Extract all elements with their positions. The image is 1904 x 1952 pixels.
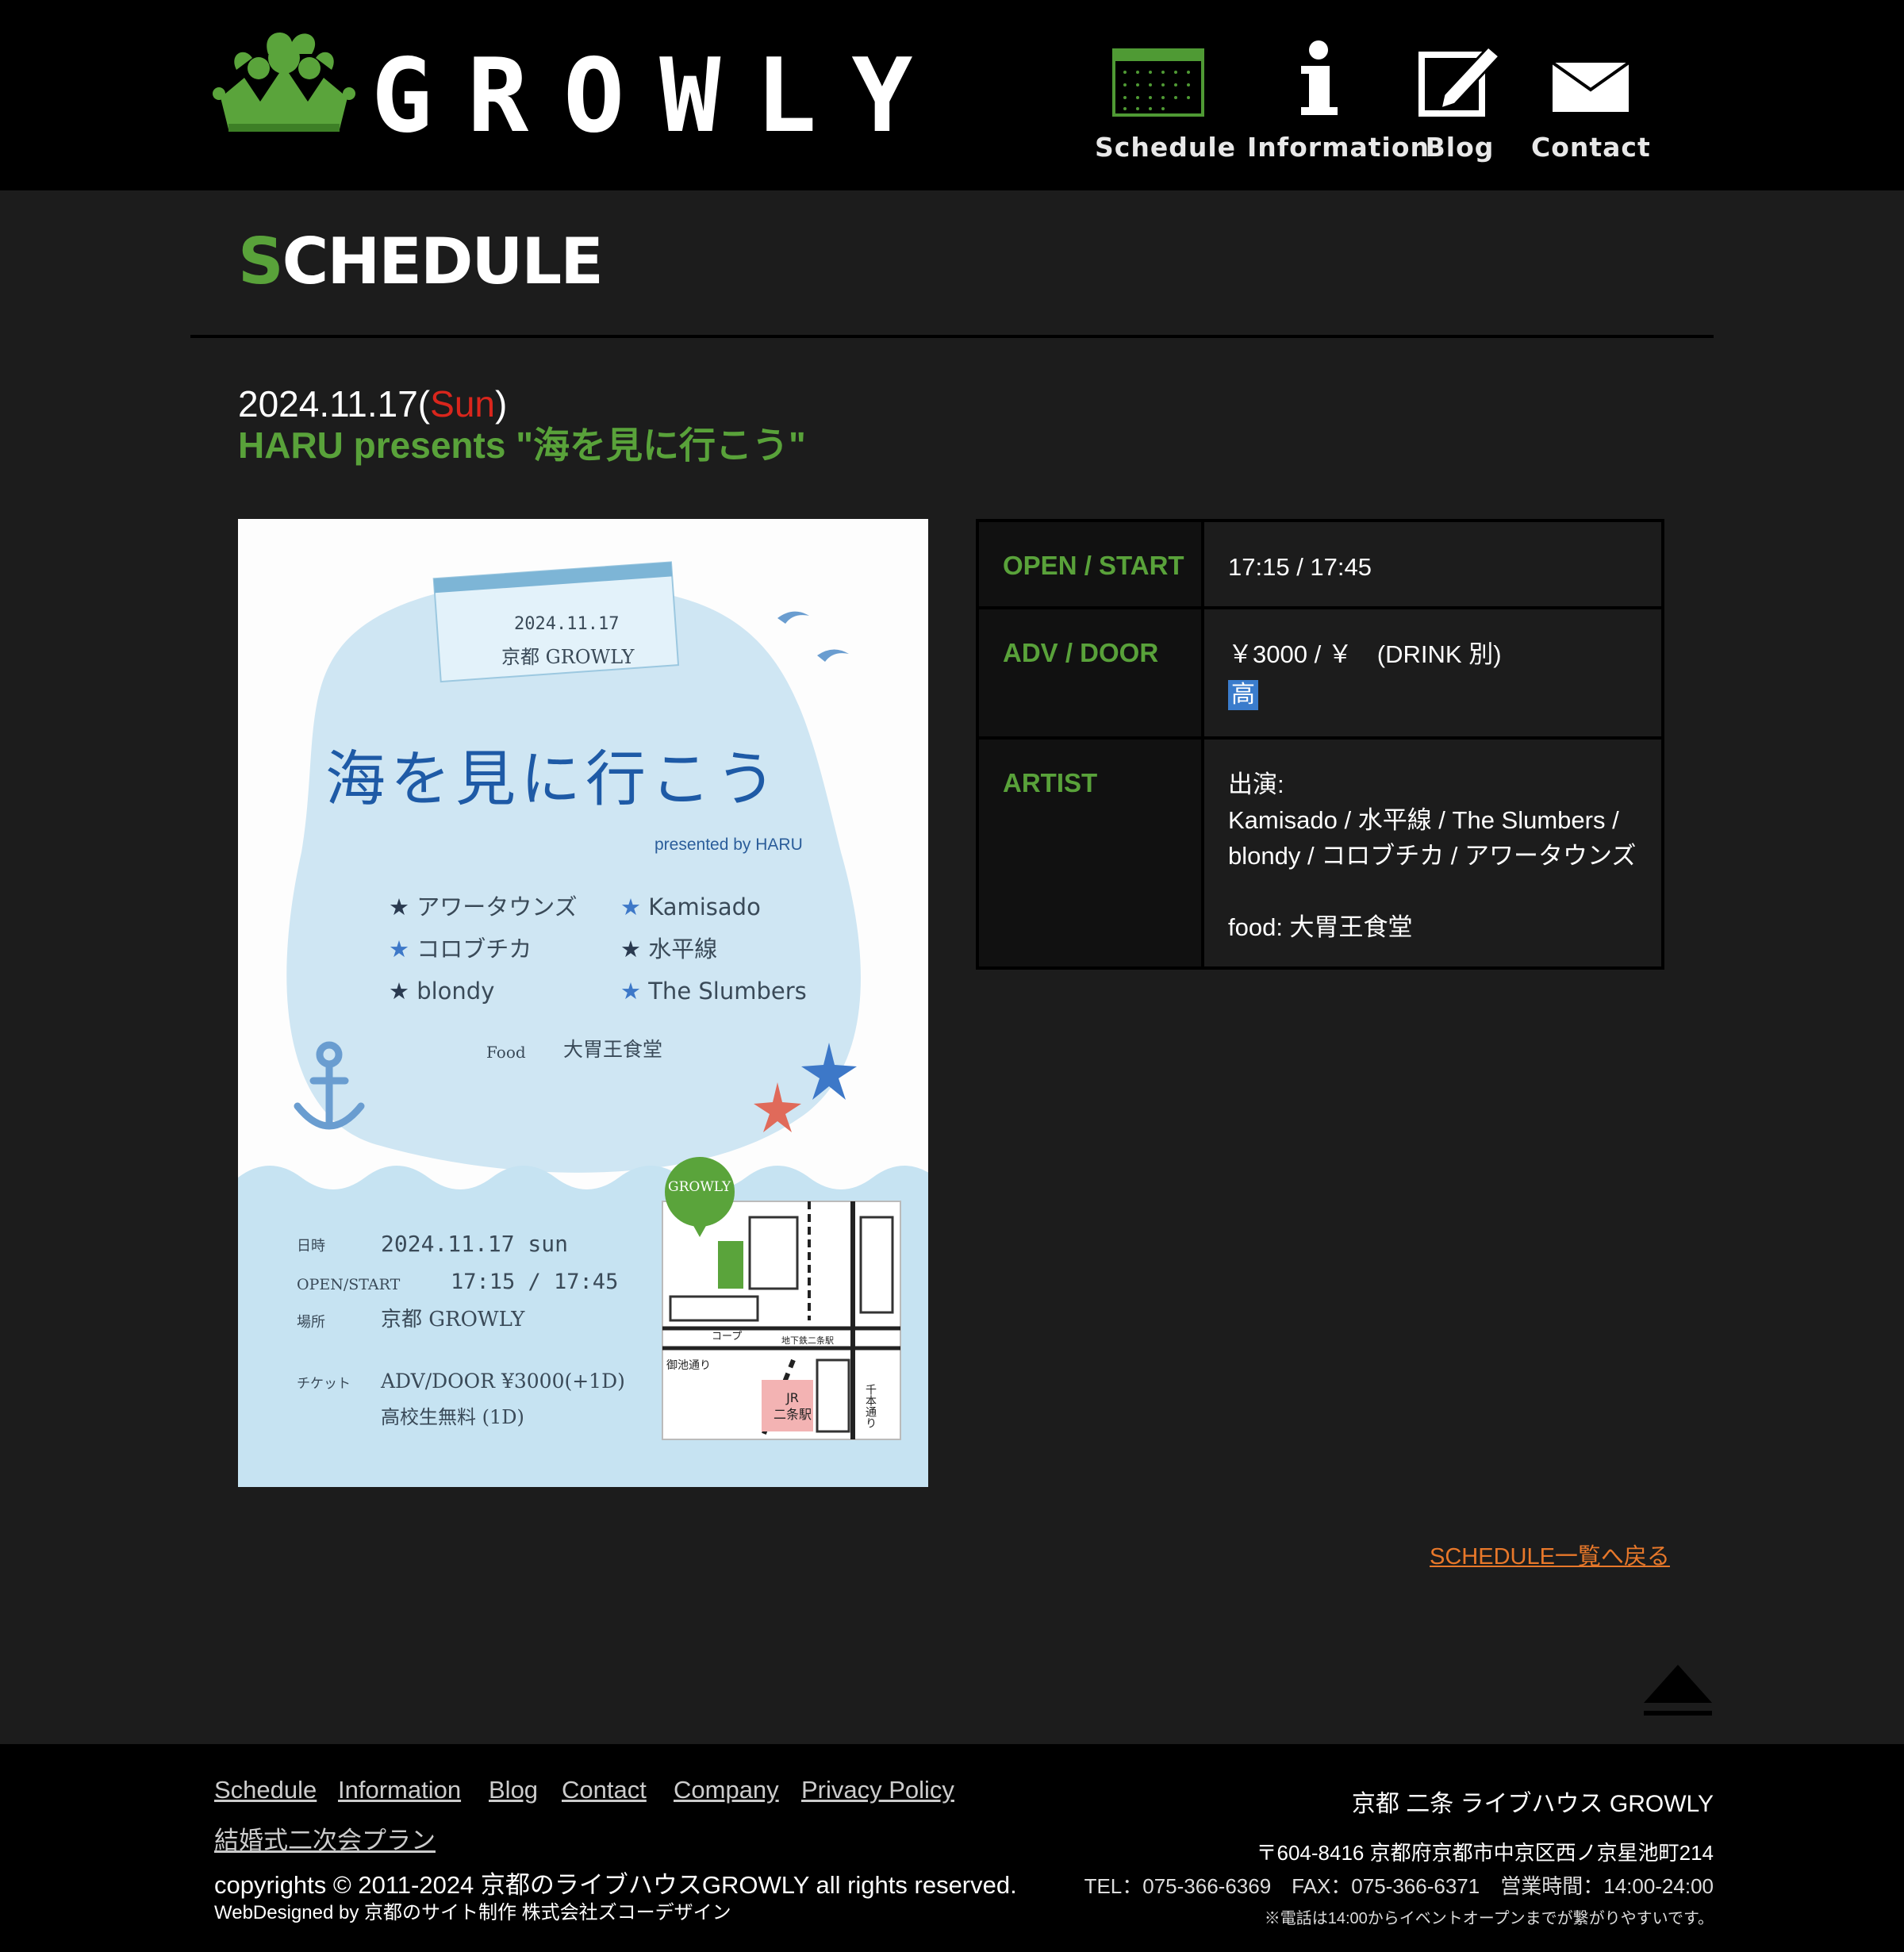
- artist-line: blondy / コロブチカ / アワータウンズ: [1228, 842, 1637, 870]
- flyer-food-label: Food: [486, 1043, 526, 1062]
- flyer-artist: ★ The Slumbers: [620, 980, 807, 1003]
- footer-link-schedule[interactable]: Schedule: [214, 1776, 317, 1804]
- info-icon: [1301, 40, 1338, 115]
- flyer-title: 海を見に行こう: [325, 744, 781, 814]
- star-icon: ★: [389, 936, 417, 963]
- star-icon: ★: [620, 978, 649, 1005]
- open-start-value: 17:15 / 17:45: [1228, 553, 1372, 581]
- star-icon: ★: [620, 936, 649, 963]
- scroll-to-top-icon[interactable]: [1641, 1662, 1715, 1719]
- event-title: HARU presents "海を見に行こう": [238, 425, 806, 466]
- adv-door-cell: ￥3000 / ￥ (DRINK 別) 高: [1204, 609, 1661, 736]
- event-info-table: OPEN / START 17:15 / 17:45 ADV / DOOR ￥3…: [976, 519, 1664, 970]
- flyer-artist-name: アワータウンズ: [416, 893, 578, 920]
- flyer-detail-value: ADV/DOOR ¥3000(+1D): [381, 1370, 625, 1393]
- site-logo[interactable]: GROWLY: [213, 22, 927, 148]
- flyer-detail-label: チケット: [297, 1376, 351, 1392]
- pencil-note-icon: [1418, 44, 1502, 117]
- flyer-map-subway: 地下鉄二条駅: [781, 1335, 834, 1346]
- star-icon: ★: [389, 978, 417, 1005]
- flyer-artist-name: 水平線: [648, 936, 718, 963]
- table-row: OPEN / START 17:15 / 17:45: [979, 522, 1661, 606]
- flyer-detail-label: 日時: [297, 1238, 325, 1255]
- flyer-artist: ★ アワータウンズ: [389, 896, 578, 919]
- artist-label: ARTIST: [979, 740, 1204, 966]
- envelope-icon: [1551, 61, 1630, 112]
- event-day-of-week: Sun: [430, 383, 495, 425]
- venue-address: 〒604-8416 京都府京都市中京区西ノ京星池町214: [1256, 1841, 1714, 1865]
- flyer-artist: ★ Kamisado: [620, 896, 761, 919]
- footer-link-blog[interactable]: Blog: [489, 1776, 538, 1804]
- flyer-map-street: 千本通り: [864, 1384, 877, 1428]
- adv-door-value: ￥3000 / ￥ (DRINK 別): [1228, 640, 1502, 668]
- footer-link-company[interactable]: Company: [674, 1776, 779, 1804]
- flyer-tag-date: 2024.11.17: [514, 614, 620, 634]
- nav-contact[interactable]: Contact: [1531, 35, 1650, 170]
- crown-icon: [213, 33, 355, 132]
- artist-line: 出演:: [1228, 770, 1284, 798]
- flyer-map-street: 御池通り: [666, 1359, 711, 1372]
- table-row: ADV / DOOR ￥3000 / ￥ (DRINK 別) 高: [979, 606, 1661, 736]
- flyer-detail-value: 17:15 / 17:45: [451, 1270, 619, 1294]
- copyright: copyrights © 2011-2024 京都のライブハウスGROWLY a…: [214, 1871, 1017, 1899]
- event-date: 2024.11.17(Sun): [238, 384, 507, 425]
- open-start-label: OPEN / START: [979, 522, 1204, 606]
- page-title-rest: CHEDULE: [282, 225, 604, 298]
- flyer-detail-label: OPEN/START: [297, 1276, 401, 1293]
- footer-link-information[interactable]: Information: [338, 1776, 461, 1804]
- flyer-detail-value: 高校生無料 (1D): [381, 1406, 524, 1428]
- footer-link-contact[interactable]: Contact: [562, 1776, 647, 1804]
- artist-cell: 出演: Kamisado / 水平線 / The Slumbers / blon…: [1204, 740, 1661, 966]
- footer-link-privacy[interactable]: Privacy Policy: [801, 1776, 954, 1804]
- nav-contact-label: Contact: [1531, 132, 1651, 163]
- flyer-detail-value: 2024.11.17 sun: [381, 1231, 569, 1257]
- flyer-artist: ★ コロブチカ: [389, 938, 532, 961]
- star-icon: ★: [389, 893, 417, 920]
- high-school-badge: 高: [1228, 680, 1258, 710]
- flyer-presented: presented by HARU: [654, 836, 803, 854]
- site-header: GROWLY Schedule Information Blog Contact: [0, 0, 1904, 190]
- adv-door-label: ADV / DOOR: [979, 609, 1204, 736]
- flyer-map-coop: コープ: [712, 1331, 743, 1343]
- nav-blog[interactable]: Blog: [1412, 35, 1507, 170]
- flyer-tag-venue: 京都 GROWLY: [501, 646, 635, 668]
- page-title: SCHEDULE: [238, 230, 604, 294]
- venue-name: 京都 二条 ライブハウス GROWLY: [1351, 1791, 1714, 1817]
- back-to-schedule-link[interactable]: SCHEDULE一覧へ戻る: [1430, 1538, 1670, 1571]
- flyer-artist-name: Kamisado: [648, 893, 761, 920]
- flyer-detail-value: 京都 GROWLY: [381, 1308, 525, 1331]
- flyer-detail-label: 場所: [297, 1314, 325, 1331]
- phone-note: ※電話は14:00からイベントオープンまでが繋がりやすいです。: [1264, 1910, 1714, 1927]
- artist-food: food: 大胃王食堂: [1228, 913, 1413, 941]
- venue-contact: TEL：075-366-6369 FAX：075-366-6371 営業時間：1…: [1084, 1874, 1714, 1898]
- nav-information[interactable]: Information: [1247, 35, 1430, 170]
- divider: [190, 335, 1714, 338]
- artist-line: Kamisado / 水平線 / The Slumbers /: [1228, 806, 1619, 834]
- logo-wordmark: GROWLY: [371, 37, 948, 156]
- flyer-food-name: 大胃王食堂: [563, 1038, 663, 1061]
- web-designed-credit: WebDesigned by 京都のサイト制作 株式会社ズコーデザイン: [214, 1902, 731, 1923]
- nav-blog-label: Blog: [1425, 132, 1495, 163]
- flyer-map-station: JR 二条駅: [774, 1390, 812, 1422]
- page-title-initial: S: [238, 225, 284, 298]
- footer-link-wedding[interactable]: 結婚式二次会プラン: [214, 1820, 436, 1856]
- seagull-icon: [777, 611, 849, 662]
- table-row: ARTIST 出演: Kamisado / 水平線 / The Slumbers…: [979, 736, 1661, 966]
- flyer-map-badge: GROWLY: [668, 1179, 731, 1195]
- nav-information-label: Information: [1247, 132, 1430, 163]
- calendar-icon: [1112, 48, 1204, 117]
- event-date-close: ): [495, 383, 508, 425]
- event-flyer: 2024.11.17 京都 GROWLY 海を見に行こう presented b…: [238, 519, 928, 1487]
- star-icon: ★: [620, 893, 649, 920]
- flyer-artist-name: blondy: [416, 978, 495, 1005]
- flyer-artist-name: The Slumbers: [648, 978, 807, 1005]
- nav-schedule-label: Schedule: [1095, 132, 1237, 163]
- flyer-artist: ★ 水平線: [620, 938, 717, 961]
- event-date-text: 2024.11.17(: [238, 383, 431, 425]
- flyer-artist: ★ blondy: [389, 980, 494, 1003]
- nav-schedule[interactable]: Schedule: [1095, 35, 1237, 170]
- flyer-artist-name: コロブチカ: [416, 936, 532, 963]
